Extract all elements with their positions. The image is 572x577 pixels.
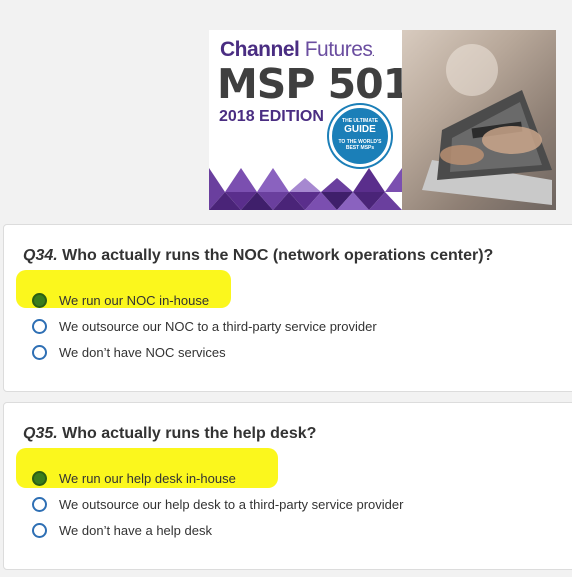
- msp501-banner-image: Channel Futures. MSP 501 2018 EDITION TH…: [209, 30, 556, 210]
- option-label: We don’t have NOC services: [59, 344, 226, 360]
- option-label: We outsource our help desk to a third-pa…: [59, 496, 404, 512]
- question-card-q34: Q34. Who actually runs the NOC (network …: [3, 224, 572, 392]
- radio-icon[interactable]: [32, 318, 47, 334]
- options-list: We run our help desk in-house We outsour…: [32, 465, 403, 543]
- option-noc-outsource[interactable]: We outsource our NOC to a third-party se…: [32, 313, 377, 339]
- options-list: We run our NOC in-house We outsource our…: [32, 287, 377, 365]
- question-text: Who actually runs the help desk?: [57, 425, 317, 442]
- question-number: Q34.: [23, 247, 58, 264]
- option-helpdesk-in-house[interactable]: We run our help desk in-house: [32, 465, 403, 491]
- radio-selected-icon[interactable]: [32, 470, 47, 486]
- question-text: Who actually runs the NOC (network opera…: [57, 247, 494, 264]
- option-noc-none[interactable]: We don’t have NOC services: [32, 339, 377, 365]
- radio-selected-icon[interactable]: [32, 292, 47, 308]
- banner-edition: 2018 EDITION: [219, 108, 324, 125]
- question-number: Q35.: [23, 425, 58, 442]
- option-label: We run our help desk in-house: [59, 470, 236, 486]
- option-helpdesk-none[interactable]: We don’t have a help desk: [32, 517, 403, 543]
- banner-text-panel: Channel Futures. MSP 501 2018 EDITION TH…: [209, 30, 411, 210]
- radio-icon[interactable]: [32, 522, 47, 538]
- option-label: We outsource our NOC to a third-party se…: [59, 318, 377, 334]
- question-title: Q35. Who actually runs the help desk?: [23, 425, 316, 443]
- channel-futures-logo: Channel Futures.: [220, 38, 375, 62]
- option-helpdesk-outsource[interactable]: We outsource our help desk to a third-pa…: [32, 491, 403, 517]
- logo-word-futures: Futures: [304, 38, 373, 61]
- logo-mark: .: [372, 51, 374, 58]
- option-noc-in-house[interactable]: We run our NOC in-house: [32, 287, 377, 313]
- badge-main-text: GUIDE: [344, 124, 376, 135]
- option-label: We run our NOC in-house: [59, 292, 210, 308]
- option-label: We don’t have a help desk: [59, 522, 212, 538]
- question-card-q35: Q35. Who actually runs the help desk? We…: [3, 402, 572, 570]
- question-title: Q34. Who actually runs the NOC (network …: [23, 247, 493, 265]
- purple-triangle-pattern: [209, 168, 402, 210]
- radio-icon[interactable]: [32, 496, 47, 512]
- logo-word-channel: Channel: [220, 38, 300, 61]
- laptop-photo: [402, 30, 556, 210]
- radio-icon[interactable]: [32, 344, 47, 360]
- banner-title: MSP 501: [217, 60, 411, 108]
- laptop-illustration: [422, 44, 552, 205]
